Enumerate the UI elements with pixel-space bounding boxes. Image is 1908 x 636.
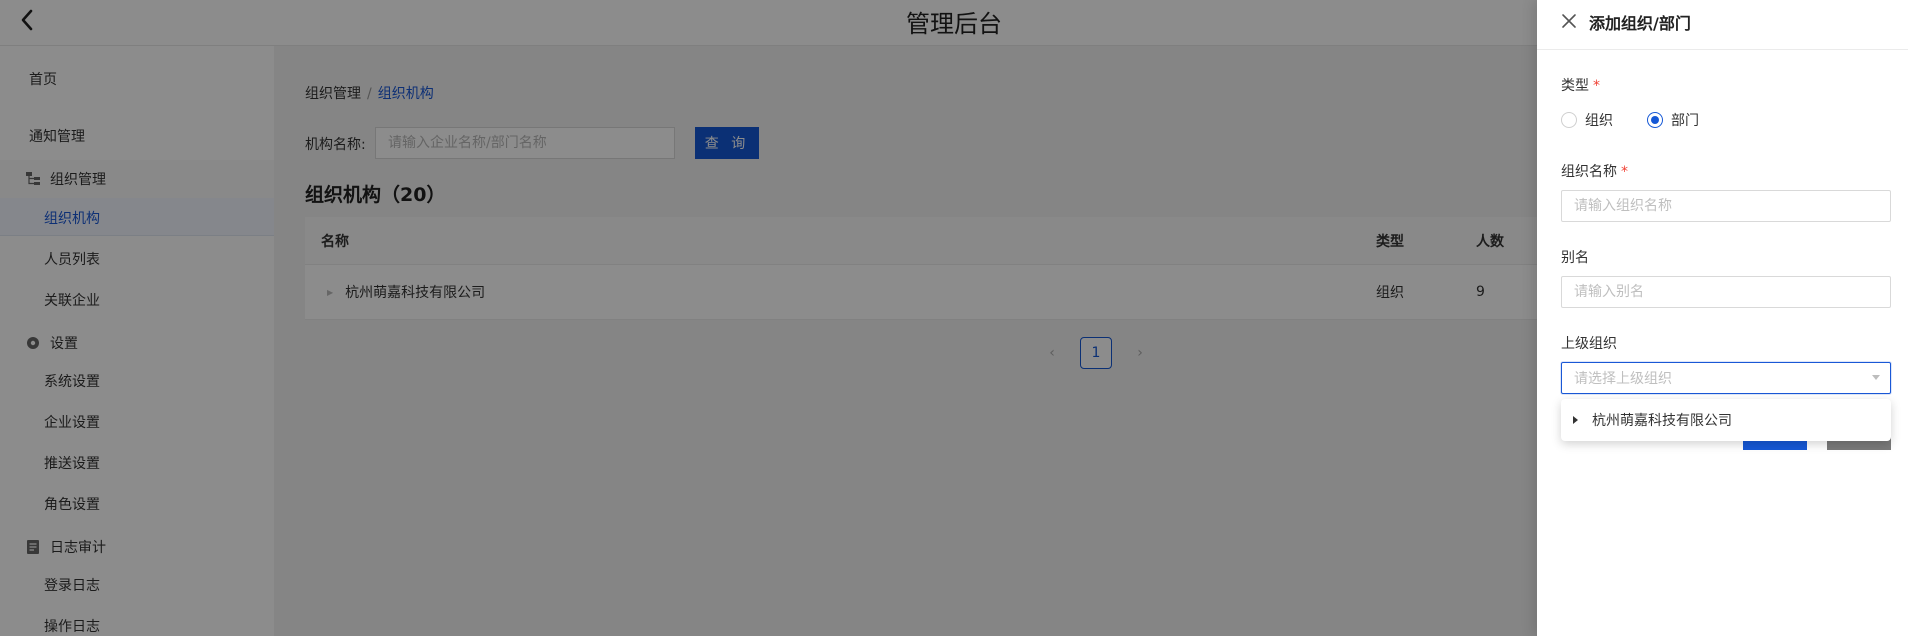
tree-option[interactable]: 杭州萌嘉科技有限公司 — [1573, 399, 1732, 441]
radio-dept[interactable]: 部门 — [1647, 110, 1699, 130]
type-label-text: 类型 — [1561, 78, 1589, 94]
parent-org-dropdown: 杭州萌嘉科技有限公司 — [1561, 399, 1891, 441]
parent-org-label: 上级组织 — [1561, 336, 1617, 352]
required-mark: * — [1593, 78, 1600, 94]
alias-label: 别名 — [1561, 250, 1589, 266]
chevron-down-icon — [1872, 375, 1880, 380]
required-mark: * — [1621, 164, 1628, 180]
drawer-header: 添加组织/部门 — [1537, 0, 1908, 50]
type-label: 类型 * — [1561, 75, 1600, 95]
radio-org-label: 组织 — [1585, 113, 1613, 129]
org-name-label-text: 组织名称 — [1561, 164, 1617, 180]
radio-dept-circle[interactable] — [1647, 112, 1663, 128]
radio-org-circle[interactable] — [1561, 112, 1577, 128]
radio-org[interactable]: 组织 — [1561, 110, 1613, 130]
drawer-title: 添加组织/部门 — [1589, 14, 1691, 33]
radio-dept-label: 部门 — [1671, 113, 1699, 129]
tree-option-label: 杭州萌嘉科技有限公司 — [1592, 413, 1732, 429]
add-org-drawer: 添加组织/部门 类型* 组织 部门 组织名称* 别名 上级组织 请选择上级组织 … — [1537, 0, 1908, 636]
org-name-input[interactable] — [1561, 190, 1891, 222]
expand-arrow-icon[interactable] — [1573, 416, 1578, 424]
parent-org-select[interactable]: 请选择上级组织 — [1561, 362, 1891, 394]
parent-org-placeholder: 请选择上级组织 — [1574, 371, 1672, 387]
alias-input[interactable] — [1561, 276, 1891, 308]
org-name-label: 组织名称 * — [1561, 161, 1628, 181]
close-icon[interactable] — [1561, 13, 1577, 29]
